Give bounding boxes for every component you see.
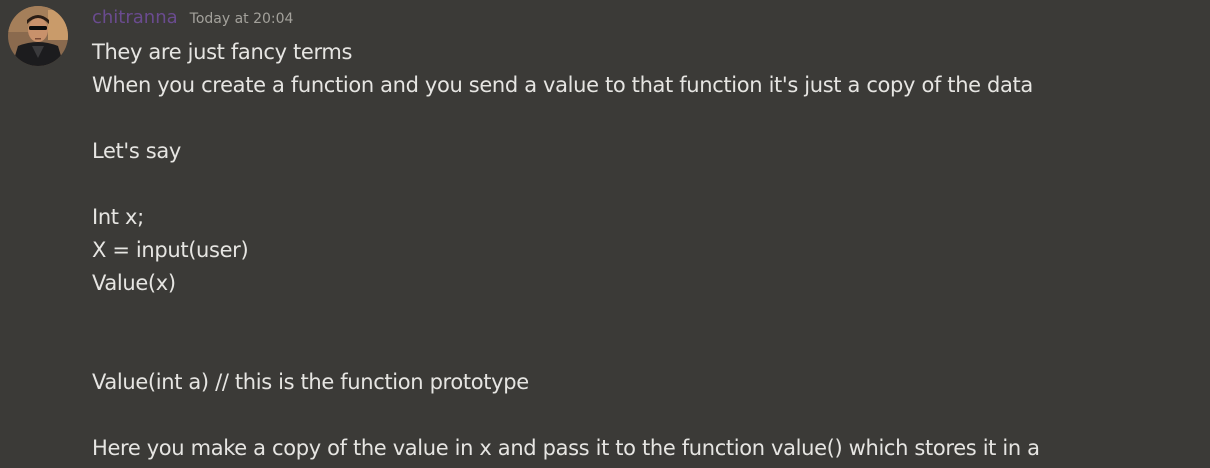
message-line: Value(int a) // this is the function pro… [92, 370, 529, 394]
message-line [92, 399, 1192, 432]
message-line: Here you make a copy of the value in x a… [92, 436, 1040, 460]
message-line: When you create a function and you send … [92, 73, 1033, 97]
message-content: They are just fancy terms When you creat… [92, 36, 1192, 465]
message-line: Int x; [92, 205, 144, 229]
message-line: Let's say [92, 139, 181, 163]
message-line [92, 300, 1192, 333]
message-line: They are just fancy terms [92, 40, 353, 64]
timestamp: Today at 20:04 [189, 11, 294, 27]
message-line: X = input(user) [92, 238, 249, 262]
message-header: chitranna Today at 20:04 [92, 7, 293, 33]
message-line [92, 168, 1192, 201]
message-line: Value(x) [92, 271, 176, 295]
message-line [92, 333, 1192, 366]
chat-message: chitranna Today at 20:04 They are just f… [0, 0, 1210, 468]
message-line [92, 102, 1192, 135]
user-avatar[interactable] [8, 6, 68, 66]
username[interactable]: chitranna [92, 7, 178, 28]
user-avatar-sunglasses-icon [8, 6, 68, 66]
